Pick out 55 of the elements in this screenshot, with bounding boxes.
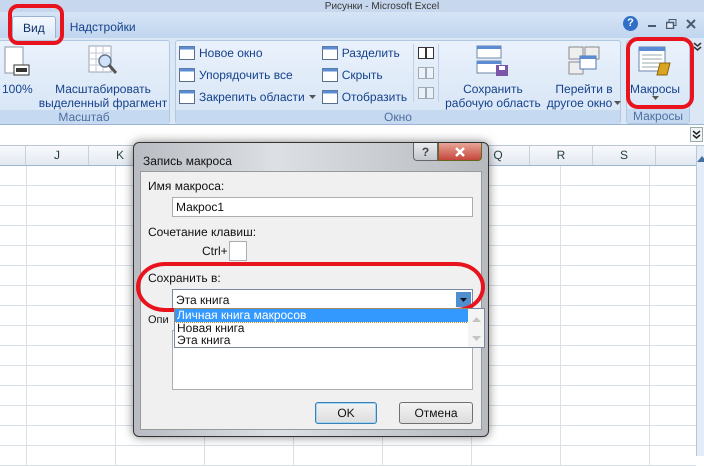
window-icon xyxy=(322,46,338,60)
window-icon xyxy=(179,90,195,104)
ribbon-button[interactable]: Закрепить области xyxy=(179,88,316,106)
field-label: Сочетание клавиш: xyxy=(148,225,256,239)
column-header[interactable]: R xyxy=(530,146,593,165)
window-icon xyxy=(179,46,195,60)
window-icon xyxy=(322,90,338,104)
ribbon-button[interactable]: Макросы xyxy=(630,44,680,100)
field-label: Опи xyxy=(148,313,169,327)
sheet-scroll-icon xyxy=(638,44,672,78)
vertical-scrollbar[interactable] xyxy=(696,146,704,456)
window-icon xyxy=(179,68,195,82)
formula-bar[interactable] xyxy=(0,125,704,146)
column-header[interactable]: J xyxy=(26,146,89,165)
close-icon xyxy=(454,146,466,156)
field-label: Имя макроса: xyxy=(148,179,224,193)
ribbon-button[interactable]: Новое окно xyxy=(179,44,316,62)
group-label: Окно xyxy=(176,110,620,124)
field-label: Ctrl+ xyxy=(202,244,228,258)
restore-icon[interactable] xyxy=(666,18,677,28)
expand-icon[interactable] xyxy=(690,127,703,142)
down-arrow-icon xyxy=(472,336,480,341)
column-header[interactable]: S xyxy=(593,146,656,165)
ribbon-button[interactable]: Разделить xyxy=(322,44,408,62)
ribbon-button[interactable]: Отобразить xyxy=(322,88,408,106)
close-button[interactable] xyxy=(438,143,482,161)
ribbon-tab[interactable]: Надстройки xyxy=(60,16,146,38)
store-in-dropdown[interactable]: Эта книга xyxy=(172,289,473,310)
shortcut-field[interactable] xyxy=(228,241,247,261)
ribbon-button[interactable]: Скрыть xyxy=(322,66,408,84)
dialog-button[interactable]: OK xyxy=(315,402,377,424)
group-label: Макросы xyxy=(627,109,689,123)
compare-windows-icon[interactable] xyxy=(418,46,434,60)
up-arrow-icon xyxy=(697,156,704,162)
help-button[interactable]: ? xyxy=(413,143,438,161)
ribbon-tab[interactable]: Вид xyxy=(12,16,56,38)
ribbon-button[interactable]: Перейти в другое окно xyxy=(546,44,622,110)
dropdown-option[interactable]: Эта книга xyxy=(175,334,468,346)
window-title: Рисунки - Microsoft Excel xyxy=(324,0,440,12)
ribbon-button[interactable]: Сохранить рабочую область xyxy=(445,44,541,110)
dialog-button[interactable]: Отмена xyxy=(399,402,473,424)
macro-name-field[interactable]: Макрос1 xyxy=(172,197,473,217)
group-label: Масштаб xyxy=(0,110,169,124)
up-arrow-icon xyxy=(472,317,480,322)
close-icon[interactable] xyxy=(686,18,696,28)
field-label: Сохранить в: xyxy=(148,271,221,285)
ribbon-button[interactable]: Масштабировать выделенный фрагмент xyxy=(38,44,168,110)
page-icon xyxy=(4,44,30,78)
windows-disk-icon xyxy=(476,44,510,78)
dropdown-option[interactable]: Новая книга xyxy=(175,322,468,334)
chevron-icon[interactable] xyxy=(693,42,702,52)
window-icon xyxy=(322,68,338,82)
ribbon-button[interactable]: Упорядочить все xyxy=(179,66,316,84)
help-button[interactable]: ? xyxy=(623,16,638,31)
ribbon-button[interactable]: 100% xyxy=(2,44,33,96)
